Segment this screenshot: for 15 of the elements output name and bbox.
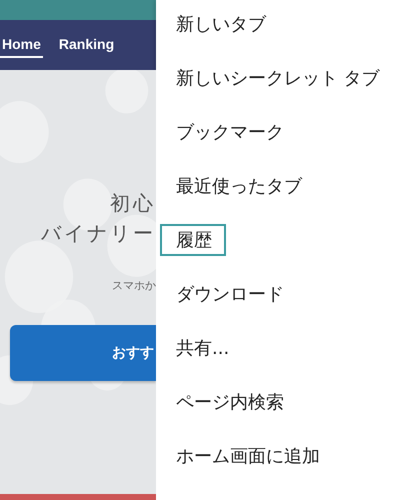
hero-title: 初心 — [110, 190, 156, 217]
menu-item[interactable]: 新しいシークレット タブ — [160, 62, 394, 94]
menu-item[interactable]: ページ内検索 — [160, 386, 298, 418]
menu-item[interactable]: 新しいタブ — [160, 8, 280, 40]
menu-item[interactable]: 履歴 — [160, 224, 226, 256]
hero-subtitle: スマホか — [112, 278, 156, 293]
menu-item[interactable]: ホーム画面に追加 — [160, 440, 334, 472]
menu-item[interactable]: 共有... — [160, 332, 244, 364]
menu-item[interactable]: ダウンロード — [160, 278, 298, 310]
nav-link[interactable]: Ranking — [56, 32, 116, 58]
nav-link[interactable]: Home — [0, 32, 43, 58]
menu-item[interactable]: 最近使ったタブ — [160, 170, 316, 202]
hero-title: バイナリー — [41, 220, 156, 247]
menu-item[interactable]: ブックマーク — [160, 116, 298, 148]
recommend-button[interactable]: おすす — [10, 325, 156, 381]
